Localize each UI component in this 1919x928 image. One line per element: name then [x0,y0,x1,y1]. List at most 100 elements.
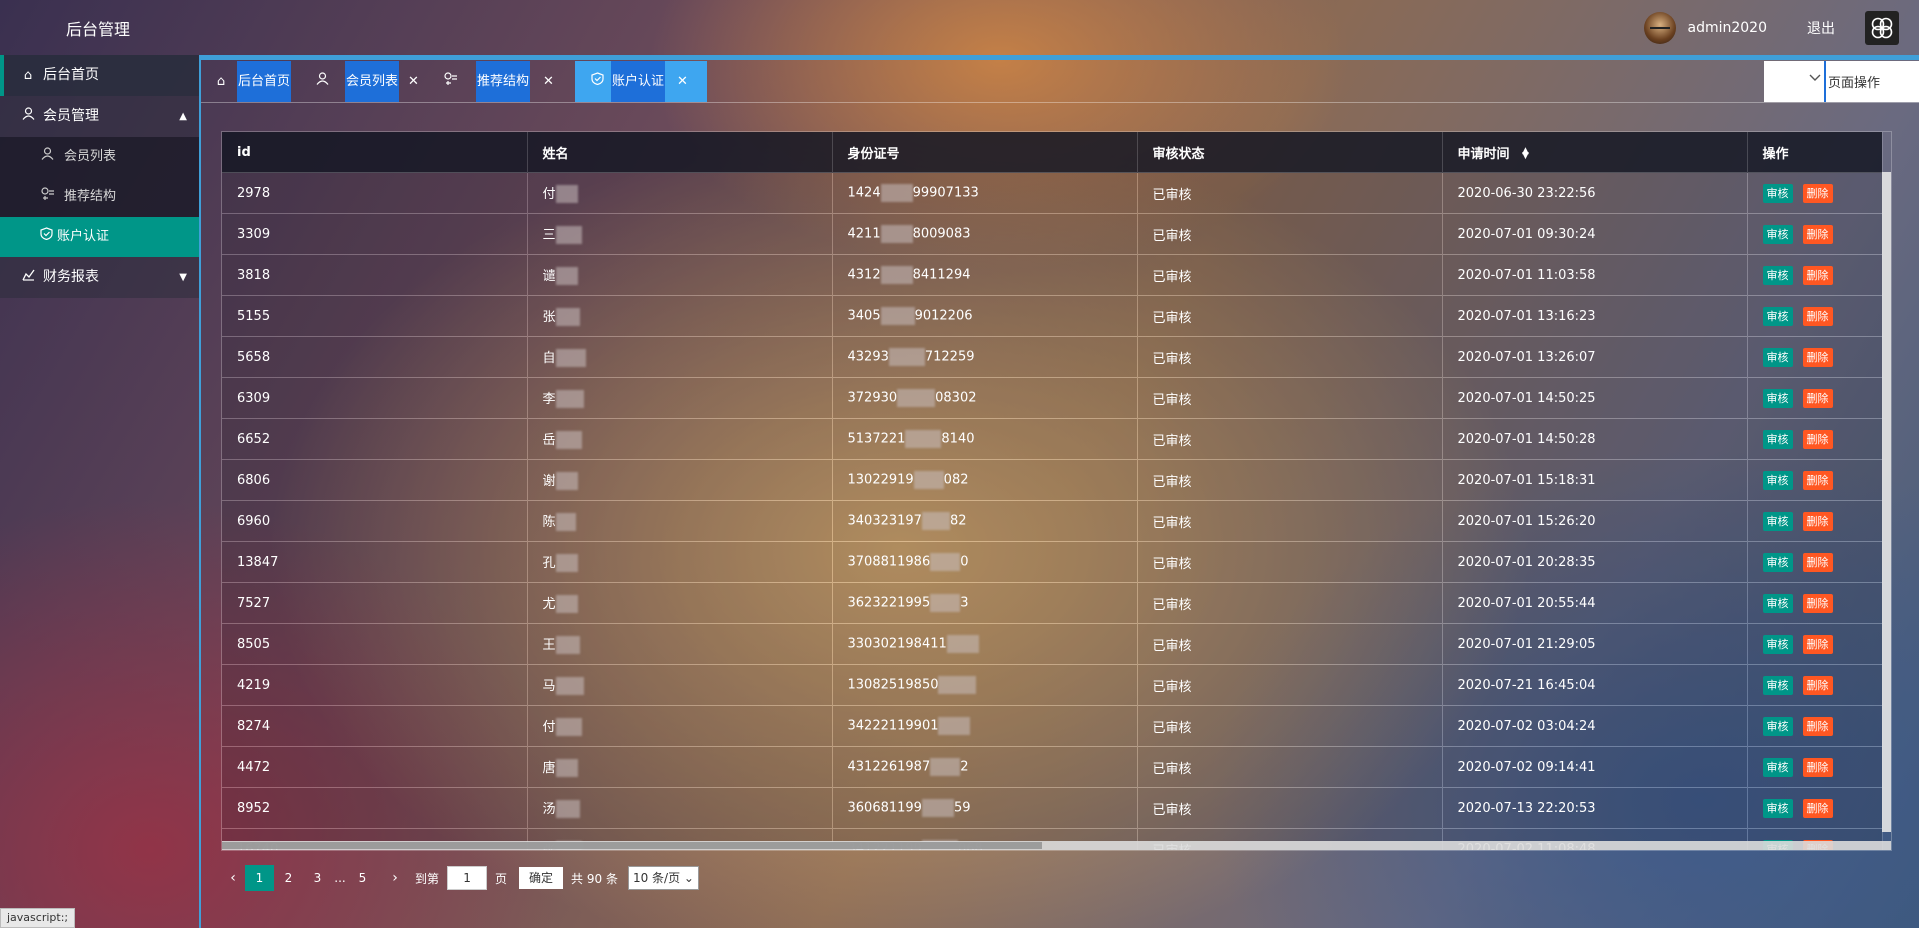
column-header-apply-time[interactable]: 申请时间 ▲ ▼ [1442,132,1748,173]
cell-apply-time: 2020-07-01 13:16:23 [1442,295,1748,337]
audit-button[interactable]: 审核 [1762,388,1793,408]
logout-link[interactable]: 退出 [1807,18,1835,38]
scrollbar-thumb[interactable] [222,842,1042,849]
name-visible: 唐 [542,760,556,776]
cell-id-number: 4312261987 2 [832,746,1138,788]
delete-button[interactable]: 删除 [1802,183,1833,203]
home-icon: ⌂ [23,68,33,83]
delete-button[interactable]: 删除 [1802,798,1833,818]
close-icon[interactable]: ✕ [543,61,554,102]
audit-button[interactable]: 审核 [1762,347,1793,367]
delete-button[interactable]: 删除 [1802,757,1833,777]
cell-id: 2978 [222,172,528,214]
page-button-1[interactable]: 1 [245,865,274,891]
cell-name: 付 [527,705,833,747]
redacted-blur [930,758,961,776]
delete-button[interactable]: 删除 [1802,388,1833,408]
cell-name: 王 [527,623,833,665]
column-header-name[interactable]: 姓名 [527,132,833,173]
sort-icon[interactable]: ▲ ▼ [1522,147,1529,161]
audit-button[interactable]: 审核 [1762,470,1793,490]
page-size-select[interactable]: 10 条/页 ⌄ [627,866,699,890]
sidebar-item-financial-reports[interactable]: 财务报表 ▼ [0,257,199,298]
audit-button[interactable]: 审核 [1762,224,1793,244]
audit-button[interactable]: 审核 [1762,593,1793,613]
redacted-blur [938,676,977,694]
cell-status: 已审核 [1137,623,1443,665]
cell-id: 5658 [222,336,528,378]
audit-button[interactable]: 审核 [1762,675,1793,695]
pagination: ‹ 1 2 3 ... 5 › 到第 1 页 确定 共 90 条 10 条/页 … [221,865,699,891]
user-icon [20,96,36,137]
delete-button[interactable]: 删除 [1802,716,1833,736]
goto-page-input[interactable]: 1 [447,866,488,890]
tab-home[interactable]: ⌂ 后台首页 [201,61,294,102]
tab-referral-structure[interactable]: 推荐结构 ✕ [425,61,558,102]
redacted-blur [930,553,961,571]
table-row: 6960 陈 340323197 82 已审核 2020-07-01 15:26:20 审核… [222,500,1883,542]
goto-confirm-button[interactable]: 确定 [519,867,564,889]
table-row: 8952 汤 360681199 59 已审核 2020-07-13 22:20:53 审核… [222,787,1883,829]
id-number-start: 4312 [847,267,881,283]
cell-id-number: 4312 8411294 [832,254,1138,296]
delete-button[interactable]: 删除 [1802,675,1833,695]
redacted-blur [921,799,954,817]
tab-account-verification[interactable]: 账户认证 ✕ [575,61,707,102]
sidebar-item-account-verification[interactable]: 账户认证 [0,217,199,257]
avatar[interactable] [1643,11,1676,44]
name-visible: 谢 [542,473,556,489]
sidebar-item-member-list[interactable]: 会员列表 [0,137,199,177]
audit-button[interactable]: 审核 [1762,552,1793,572]
delete-button[interactable]: 删除 [1802,429,1833,449]
id-number-end: 8140 [941,431,975,447]
delete-button[interactable]: 删除 [1802,470,1833,490]
delete-button[interactable]: 删除 [1802,306,1833,326]
clover-logo-icon[interactable] [1865,10,1899,45]
redacted-blur [555,759,578,778]
audit-button[interactable]: 审核 [1762,306,1793,326]
page-operations-dropdown[interactable]: 页面操作 [1764,61,1919,102]
horizontal-scrollbar[interactable] [222,841,1891,850]
close-icon[interactable]: ✕ [408,61,419,102]
delete-button[interactable]: 删除 [1802,552,1833,572]
audit-button[interactable]: 审核 [1762,757,1793,777]
redacted-blur [946,635,979,653]
user-icon [39,137,55,177]
redacted-blur [555,308,580,327]
audit-button[interactable]: 审核 [1762,798,1793,818]
redacted-blur [555,185,578,204]
audit-button[interactable]: 审核 [1762,265,1793,285]
audit-button[interactable]: 审核 [1762,634,1793,654]
name-visible: 李 [542,391,556,407]
sidebar-item-home[interactable]: ⌂ 后台首页 [0,55,199,96]
page-button-last[interactable]: 5 [348,865,377,891]
audit-button[interactable]: 审核 [1762,511,1793,531]
cell-apply-time: 2020-07-21 16:45:04 [1442,664,1748,706]
cell-apply-time: 2020-07-01 15:26:20 [1442,500,1748,542]
username[interactable]: admin2020 [1688,20,1768,36]
page-button-3[interactable]: 3 [303,865,332,891]
delete-button[interactable]: 删除 [1802,593,1833,613]
prev-page-icon[interactable]: ‹ [221,870,245,886]
audit-button[interactable]: 审核 [1762,429,1793,449]
audit-button[interactable]: 审核 [1762,183,1793,203]
page-button-2[interactable]: 2 [274,865,303,891]
delete-button[interactable]: 删除 [1802,224,1833,244]
tab-member-list[interactable]: 会员列表 ✕ [294,61,425,102]
redacted-blur [555,677,584,696]
delete-button[interactable]: 删除 [1802,634,1833,654]
column-header-id-number[interactable]: 身份证号 [832,132,1138,173]
sidebar-item-referral-structure[interactable]: 推荐结构 [0,177,199,217]
column-header-id[interactable]: id [222,132,528,173]
audit-button[interactable]: 审核 [1762,716,1793,736]
sidebar-item-member-management[interactable]: 会员管理 ▲ [0,96,199,137]
table-body: 2978 付 1424 99907133 已审核 2020-06-30 23:22:56 审… [222,172,1883,850]
next-page-icon[interactable]: › [383,870,407,886]
delete-button[interactable]: 删除 [1802,511,1833,531]
id-number-start: 4211 [847,226,881,242]
delete-button[interactable]: 删除 [1802,265,1833,285]
vertical-scrollbar[interactable] [1882,172,1891,832]
column-header-status[interactable]: 审核状态 [1137,132,1443,173]
close-icon[interactable]: ✕ [677,61,688,102]
delete-button[interactable]: 删除 [1802,347,1833,367]
